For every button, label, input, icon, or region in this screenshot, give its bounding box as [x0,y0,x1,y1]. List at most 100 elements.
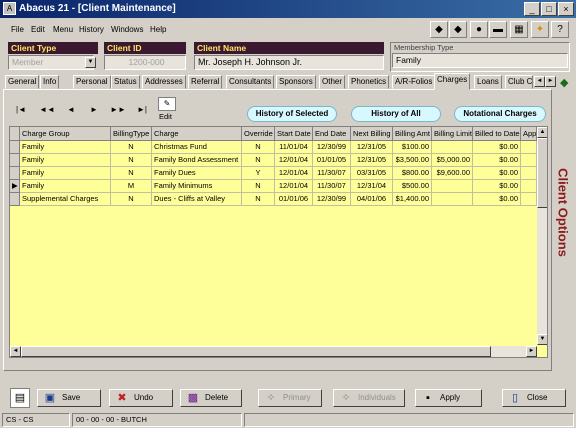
row-indicator[interactable] [10,154,20,167]
table-cell[interactable]: $0.00 [473,193,521,206]
table-cell[interactable] [521,141,537,154]
scroll-up-icon[interactable]: ▲ [537,127,547,138]
chevron-down-icon[interactable]: ▼ [85,57,96,68]
table-cell[interactable]: Family [20,180,111,193]
report-icon[interactable]: ▤ [10,388,30,408]
table-cell[interactable]: M [111,180,152,193]
table-cell[interactable]: N [111,193,152,206]
table-cell[interactable]: Family [20,141,111,154]
tab-sponsors[interactable]: Sponsors [276,75,316,89]
table-cell[interactable]: Family Dues [152,167,242,180]
menu-windows[interactable]: Windows [111,25,143,34]
maximize-button[interactable]: □ [541,2,557,16]
column-header[interactable]: Start Date [275,127,313,141]
table-cell[interactable]: $9,600.00 [432,167,473,180]
history-selected-button[interactable]: History of Selected [247,106,337,122]
table-cell[interactable] [432,141,473,154]
client-name-field[interactable]: Mr. Joseph H. Johnson Jr. [194,55,384,70]
scroll-left-icon[interactable]: ◄ [10,346,21,357]
table-cell[interactable] [521,193,537,206]
table-cell[interactable] [432,193,473,206]
h-scroll-thumb[interactable] [21,346,491,357]
table-cell[interactable]: Family Minimums [152,180,242,193]
menu-help[interactable]: Help [150,25,166,34]
table-cell[interactable] [432,180,473,193]
list-icon[interactable]: ▬ [489,21,507,38]
row-indicator[interactable] [10,167,20,180]
ledger-icon[interactable]: ● [470,21,488,38]
history-all-button[interactable]: History of All [351,106,441,122]
table-cell[interactable]: N [242,180,275,193]
table-cell[interactable]: 11/30/07 [313,180,351,193]
table-cell[interactable] [521,167,537,180]
prev-page-icon[interactable]: ◄◄ [37,102,57,118]
app-icon[interactable]: A [3,2,16,15]
column-header[interactable]: Charge [152,127,242,141]
row-indicator[interactable] [10,141,20,154]
table-cell[interactable]: N [111,154,152,167]
table-cell[interactable] [521,154,537,167]
row-indicator[interactable] [10,193,20,206]
table-cell[interactable]: 04/01/06 [351,193,393,206]
tab-consultants[interactable]: Consultants [226,75,275,89]
table-cell[interactable]: 12/30/99 [313,193,351,206]
table-cell[interactable]: Family Bond Assessment [152,154,242,167]
edit-icon[interactable]: ✎ [158,97,176,111]
table-cell[interactable]: 12/01/04 [275,180,313,193]
table-cell[interactable]: $5,000.00 [432,154,473,167]
table-cell[interactable]: $800.00 [393,167,432,180]
next-page-icon[interactable]: ►► [108,102,128,118]
save-button[interactable]: ▣ Save [37,389,101,407]
notational-charges-button[interactable]: Notational Charges [454,106,546,122]
column-header[interactable]: Billing Limit [432,127,473,141]
table-cell[interactable]: Dues - Cliffs at Valley [152,193,242,206]
client-options-panel[interactable]: Client Options [553,150,573,290]
tab-addresses[interactable]: Addresses [142,75,186,89]
table-cell[interactable]: Christmas Fund [152,141,242,154]
table-cell[interactable]: Family [20,167,111,180]
table-cell[interactable]: $100.00 [393,141,432,154]
tab-personal[interactable]: Personal [73,75,111,89]
column-header[interactable]: Billed to Date [473,127,521,141]
client-id-field[interactable]: 1200-000 [104,55,186,70]
table-cell[interactable]: $0.00 [473,167,521,180]
tab-scroll-left-icon[interactable]: ◄ [534,76,545,87]
table-cell[interactable]: 12/31/05 [351,141,393,154]
undo-button[interactable]: ✖ Undo [109,389,173,407]
table-cell[interactable]: 01/01/06 [275,193,313,206]
tab-phonetics[interactable]: Phonetics [348,75,390,89]
close-window-button[interactable]: × [558,2,574,16]
individuals-button[interactable]: ✧ Individuals [333,389,405,407]
calculator-icon[interactable]: ▦ [510,21,528,38]
delete-button[interactable]: ▩ Delete [180,389,242,407]
scroll-thumb[interactable] [537,138,547,208]
table-cell[interactable]: $1,400.00 [393,193,432,206]
forward-arrow-icon[interactable]: ◆ [449,21,467,38]
table-cell[interactable]: 01/01/05 [313,154,351,167]
column-header[interactable]: Next Billing [351,127,393,141]
table-cell[interactable]: 03/31/05 [351,167,393,180]
table-cell[interactable]: $0.00 [473,154,521,167]
tab-other[interactable]: Other [319,75,346,89]
menu-file[interactable]: File [11,25,24,34]
table-cell[interactable]: Y [242,167,275,180]
menu-menu[interactable]: Menu [53,25,73,34]
table-cell[interactable]: $500.00 [393,180,432,193]
close-button[interactable]: ▯ Close [502,389,566,407]
primary-button[interactable]: ✧ Primary [258,389,322,407]
tab-scroll-right-icon[interactable]: ► [545,76,556,87]
column-header[interactable]: End Date [313,127,351,141]
table-cell[interactable]: $0.00 [473,180,521,193]
client-type-select[interactable]: Member [8,55,94,70]
runner-icon[interactable]: ✦ [531,21,549,38]
last-record-icon[interactable]: ►| [132,102,152,118]
table-cell[interactable]: N [111,141,152,154]
table-cell[interactable]: 12/31/05 [351,154,393,167]
column-header[interactable]: Charge Group [20,127,111,141]
tab-ar-folios[interactable]: A/R-Folios [392,75,436,89]
tab-club[interactable]: Club C [505,75,533,89]
table-cell[interactable]: $0.00 [473,141,521,154]
tab-general[interactable]: General [5,75,40,89]
column-header[interactable]: Override [242,127,275,141]
column-header[interactable]: App [521,127,537,141]
